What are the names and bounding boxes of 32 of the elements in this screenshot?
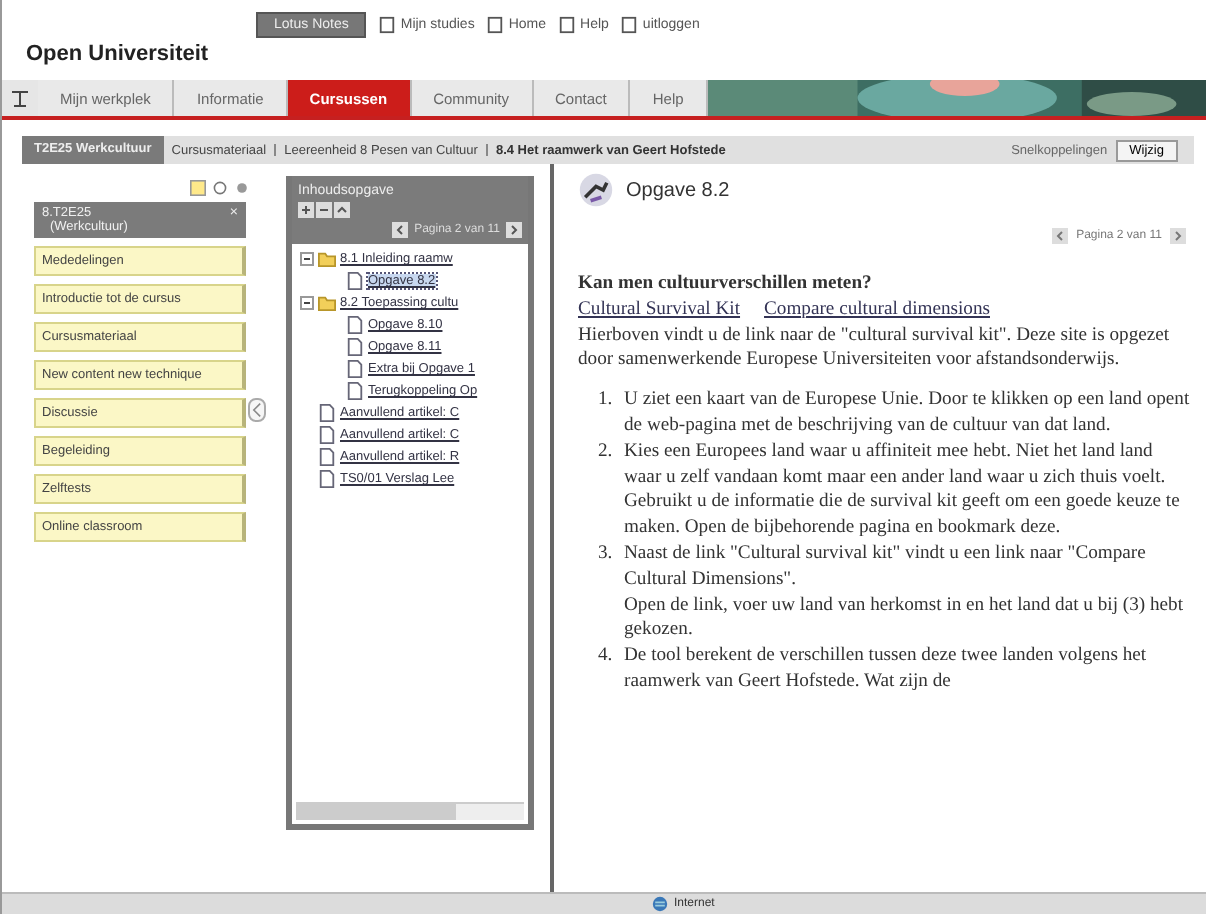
previous-icon[interactable] <box>392 222 409 238</box>
site-logo: Open Universiteit <box>26 42 211 66</box>
step-number: 4. <box>598 644 614 671</box>
collapse-icon[interactable] <box>316 202 332 218</box>
document-icon <box>346 272 364 290</box>
expand-icon[interactable] <box>298 202 314 218</box>
next-icon[interactable] <box>506 222 522 238</box>
step-number: 1. <box>598 388 614 415</box>
question-heading: Kan men cultuurverschillen meten? <box>578 272 874 298</box>
folder-icon <box>318 250 336 268</box>
next-icon[interactable] <box>1170 228 1186 244</box>
resource-link[interactable]: Compare cultural dimensions <box>764 297 990 324</box>
step-text: Open de link, voer uw land van herkomst in en het land dat u bij (3) hebt gekozen. <box>624 593 1185 645</box>
scrollbar[interactable] <box>296 802 524 820</box>
step-text: Kies een Europees land waar u affiniteit mee hebt. Niet het land land waar u zelf vandaan komt maar een ander land waar u zich thuis voelt. Gebruikt u de informatie die de survival kit geeft om een goede keuze te maken. Open de bijbehorende pagina en bookmark deze. <box>624 439 1182 542</box>
step-number: 3. <box>598 541 614 568</box>
settings-icon[interactable] <box>234 180 250 196</box>
intro-paragraph: Hierboven vindt u de link naar de "cultural survival kit". Deze site is opgezet door samenwerkende Europese Universiteiten voor afstandsonderwijs. <box>578 323 1172 375</box>
collapse-toggle-icon[interactable] <box>300 252 314 266</box>
resource-link[interactable]: Cultural Survival Kit <box>578 297 741 324</box>
step-number: 2. <box>598 439 614 466</box>
collapse-handle[interactable] <box>248 398 266 422</box>
chevron-left-icon <box>252 402 262 418</box>
step-text: U ziet een kaart van de Europese Unie. Door te klikken op een land opent de web-pagina met de beschrijving van de cultuur van dat land. <box>624 388 1190 440</box>
page-title: Opgave 8.2 <box>626 179 730 201</box>
step-text: De tool berekent de verschillen tussen deze twee landen volgens het raamwerk van Geert Hofstede. Wat zijn de <box>624 644 1149 696</box>
folder-icon <box>318 294 336 312</box>
globe-icon <box>652 896 668 912</box>
previous-icon[interactable] <box>1052 228 1069 244</box>
collapse-toggle-icon[interactable] <box>300 296 314 310</box>
assignment-icon <box>578 172 614 208</box>
step-text: Naast de link "Cultural survival kit" vindt u een link naar "Compare Cultural Dimensions". <box>624 541 1148 594</box>
